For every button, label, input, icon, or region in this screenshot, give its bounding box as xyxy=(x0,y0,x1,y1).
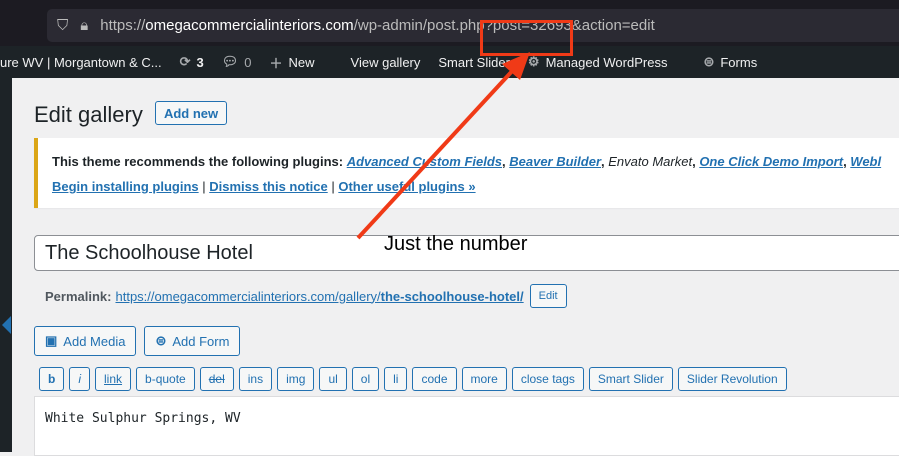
annotation-arrow-icon xyxy=(356,52,530,240)
annotation-text: Just the number xyxy=(384,233,528,255)
